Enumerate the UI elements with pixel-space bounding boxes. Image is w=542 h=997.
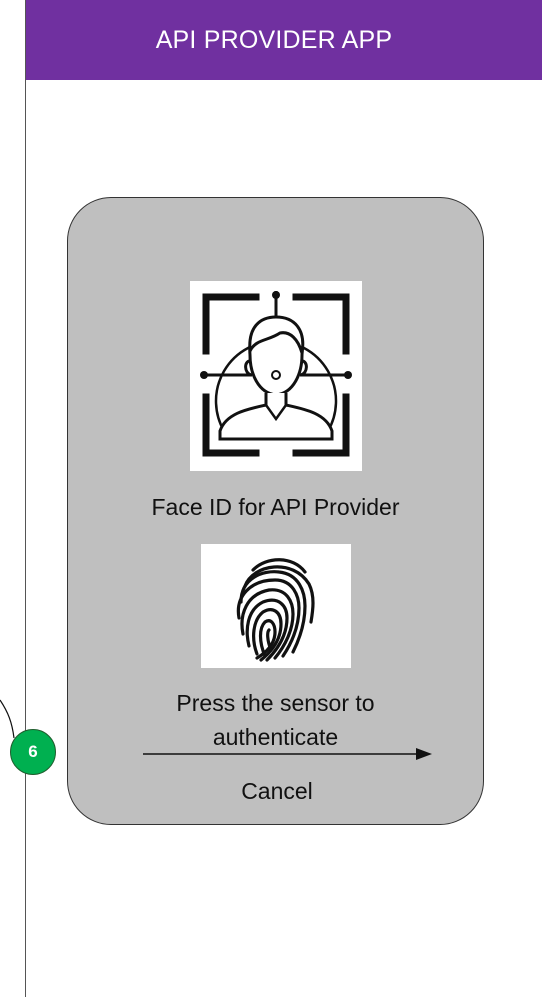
- face-scan-icon: [190, 281, 362, 471]
- auth-prompt-line2: authenticate: [212, 724, 339, 750]
- cancel-button[interactable]: Cancel: [226, 773, 328, 809]
- step-number-badge: 6: [10, 729, 56, 775]
- lifeline: [25, 0, 26, 997]
- auth-prompt: Press the sensor to authenticate: [67, 686, 484, 754]
- app-header: API PROVIDER APP: [26, 0, 542, 80]
- face-id-caption: Face ID for API Provider: [151, 494, 400, 520]
- fingerprint-icon[interactable]: [201, 544, 351, 668]
- app-title: API PROVIDER APP: [155, 25, 393, 54]
- diagram-canvas: API PROVIDER APP Face ID for API Provide…: [0, 0, 542, 997]
- auth-prompt-line1: Press the sensor to: [176, 690, 375, 716]
